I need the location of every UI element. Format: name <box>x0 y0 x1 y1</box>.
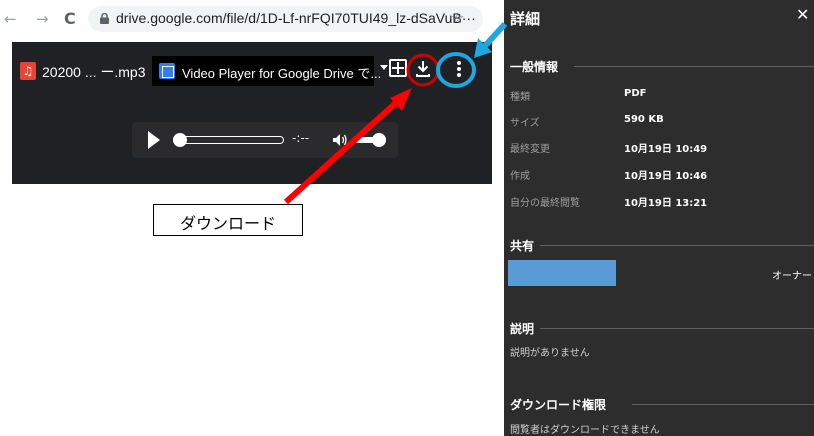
divider <box>540 328 814 329</box>
callout-text: ダウンロード <box>179 214 276 233</box>
volume-icon[interactable] <box>332 132 348 148</box>
section-sharing-heading: 共有 <box>510 239 535 253</box>
prop-value-last-viewed: 10月19日 13:21 <box>624 198 708 209</box>
seek-bar[interactable] <box>173 133 284 147</box>
divider <box>632 404 814 405</box>
panel-title: 詳細 <box>510 10 541 28</box>
drive-file-viewer: ♫ 20200 ... ー.mp3 Video Player for Googl… <box>12 42 492 184</box>
section-download-permission-heading: ダウンロード権限 <box>510 398 607 412</box>
open-with-label: Video Player for Google Drive で... <box>182 66 382 81</box>
reload-button[interactable]: C <box>64 9 76 29</box>
prop-value-modified: 10月19日 10:49 <box>624 144 708 155</box>
audio-file-icon: ♫ <box>20 62 36 80</box>
lock-icon <box>100 13 109 24</box>
file-name: 20200 ... ー.mp3 <box>42 64 146 80</box>
prop-label-type: 種類 <box>510 92 530 103</box>
prop-label-size: サイズ <box>510 118 540 129</box>
audio-player: -:-- <box>132 122 398 158</box>
video-player-app-icon <box>159 63 175 79</box>
browser-toolbar: ← → C drive.google.com/file/d/1D-Lf-nrFQ… <box>0 0 568 42</box>
prop-value-type: PDF <box>624 88 647 99</box>
divider <box>540 245 814 246</box>
close-icon[interactable]: ✕ <box>796 5 809 24</box>
time-display: -:-- <box>292 131 310 145</box>
prop-value-size: 590 KB <box>624 114 664 125</box>
details-panel: 詳細 ✕ 一般情報 種類 PDF サイズ 590 KB 最終変更 10月19日 … <box>504 0 814 436</box>
section-general-heading: 一般情報 <box>510 60 559 74</box>
owner-label: オーナー <box>772 271 812 282</box>
bookmark-star-icon[interactable]: ☆ <box>451 9 464 27</box>
add-comment-icon[interactable] <box>389 59 407 77</box>
divider <box>574 66 814 67</box>
url-text[interactable]: drive.google.com/file/d/1D-Lf-nrFQI70TUI… <box>116 10 476 26</box>
more-vert-icon[interactable] <box>445 55 473 83</box>
prop-value-created: 10月19日 10:46 <box>624 171 708 182</box>
forward-button[interactable]: → <box>36 9 49 29</box>
address-bar[interactable]: drive.google.com/file/d/1D-Lf-nrFQI70TUI… <box>88 6 568 38</box>
volume-slider[interactable] <box>354 133 386 147</box>
prop-label-created: 作成 <box>510 171 530 182</box>
shared-user-avatar <box>508 260 616 286</box>
seek-thumb[interactable] <box>173 133 187 147</box>
chevron-down-icon[interactable] <box>380 65 388 70</box>
prop-label-modified: 最終変更 <box>510 144 550 155</box>
play-icon[interactable] <box>148 131 160 149</box>
back-button[interactable]: ← <box>4 9 17 29</box>
description-text: 説明がありません <box>510 348 590 359</box>
download-permission-text: 閲覧者はダウンロードできません <box>510 425 660 436</box>
prop-label-last-viewed: 自分の最終閲覧 <box>510 198 580 209</box>
download-icon[interactable] <box>409 55 437 83</box>
open-with-button[interactable]: Video Player for Google Drive で... <box>152 56 381 86</box>
annotation-callout: ダウンロード <box>153 204 303 236</box>
section-description-heading: 説明 <box>510 322 535 336</box>
volume-thumb[interactable] <box>372 133 386 147</box>
